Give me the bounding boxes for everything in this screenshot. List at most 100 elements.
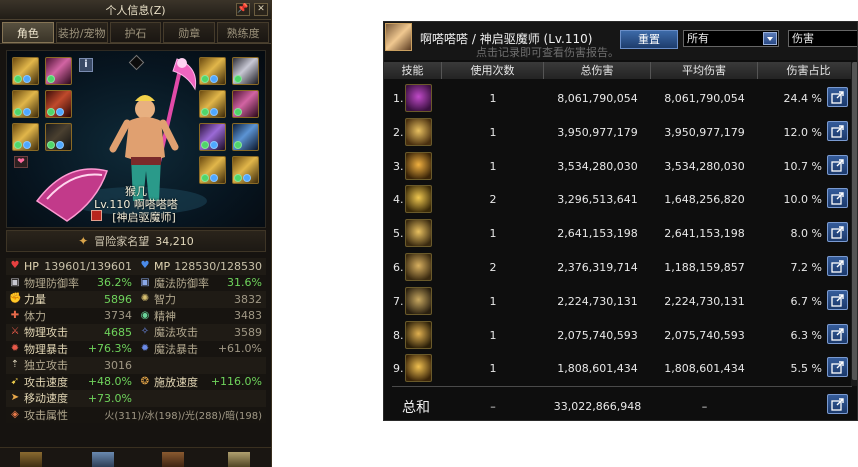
filter-all-select[interactable]: 所有: [683, 30, 779, 47]
use-count: 2: [489, 193, 497, 207]
skill-icon[interactable]: [405, 354, 432, 383]
filter-damage-select[interactable]: 伤害: [788, 30, 857, 47]
screen: 个人信息(Z) 📌 ✕ 角色 装扮/宠物 护石 勋章 熟练度 i ❤ 猴几 Lv…: [0, 0, 858, 467]
share-button[interactable]: [827, 357, 848, 378]
share-button[interactable]: [827, 323, 848, 344]
skill-icon[interactable]: [405, 286, 432, 315]
skill-icon[interactable]: [405, 219, 432, 248]
col-count[interactable]: 使用次数: [442, 62, 544, 79]
equip-slot-necklace[interactable]: [232, 57, 259, 85]
avatar: [385, 23, 412, 51]
table-row[interactable]: 8. 1 2,075,740,593 2,075,740,593 6.3 %: [384, 318, 857, 352]
equip-slot-weapon[interactable]: [12, 57, 39, 85]
equip-slot-top[interactable]: [12, 90, 39, 118]
window-title-bar[interactable]: 个人信息(Z) 📌 ✕: [0, 0, 271, 20]
row-index: 5.: [393, 227, 404, 241]
col-average[interactable]: 平均伤害: [651, 62, 758, 79]
use-count: 1: [489, 362, 497, 376]
bottom-icon[interactable]: [228, 452, 250, 467]
table-row[interactable]: 7. 1 2,224,730,131 2,224,730,131 6.7 %: [384, 284, 857, 318]
magic-defense-icon: ▣: [140, 276, 150, 288]
table-row[interactable]: 1. 1 8,061,790,054 8,061,790,054 24.4 %: [384, 81, 857, 115]
row-index: 6.: [393, 261, 404, 274]
adventurer-fame-bar: ✦ 冒险家名望 34,210: [6, 230, 266, 252]
share-button[interactable]: [827, 256, 848, 276]
equip-slot-stone[interactable]: [199, 123, 226, 151]
equip-slot-pants[interactable]: [12, 123, 39, 151]
stat-row: ✚ 体力 3734 ◉ 精神 3483: [6, 307, 266, 324]
bottom-icon[interactable]: [20, 452, 42, 467]
character-info-window: 个人信息(Z) 📌 ✕ 角色 装扮/宠物 护石 勋章 熟练度 i ❤ 猴几 Lv…: [0, 0, 272, 467]
tab-avatar-pet[interactable]: 装扮/宠物: [55, 22, 108, 43]
share-icon: [831, 327, 844, 341]
equip-slot-artifact[interactable]: [232, 156, 259, 184]
total-damage: 3,534,280,030: [557, 159, 638, 173]
equip-slot-sub[interactable]: [232, 90, 259, 118]
equip-slot-head[interactable]: [45, 90, 72, 118]
skill-icon[interactable]: [405, 117, 432, 146]
table-row[interactable]: 2. 1 3,950,977,179 3,950,977,179 12.0 %: [384, 115, 857, 149]
close-icon[interactable]: ✕: [254, 3, 268, 16]
heart-icon[interactable]: ❤: [14, 156, 28, 168]
share-button[interactable]: [827, 120, 848, 141]
skill-icon[interactable]: [405, 185, 432, 214]
col-share[interactable]: 伤害占比: [758, 62, 857, 79]
use-count: 1: [489, 92, 497, 105]
fame-icon: ✦: [78, 234, 89, 248]
magic-attack-icon: ✧: [140, 326, 150, 338]
use-count: 2: [489, 261, 497, 274]
equip-slot-earring[interactable]: [232, 123, 259, 151]
row-index: 8.: [393, 328, 404, 342]
stat-row: ➹ 攻击速度 +48.0% ❂ 施放速度 +116.0%: [6, 373, 266, 390]
share-button[interactable]: [827, 289, 848, 310]
tab-character[interactable]: 角色: [2, 22, 54, 43]
pin-icon[interactable]: 📌: [236, 3, 250, 16]
share-button[interactable]: [827, 188, 848, 209]
skill-icon[interactable]: [405, 84, 432, 112]
share-button[interactable]: [827, 154, 848, 175]
spirit-icon: ◉: [140, 309, 150, 321]
info-icon[interactable]: i: [79, 58, 93, 72]
damage-share: 5.5 %: [790, 362, 822, 376]
tab-medal[interactable]: 勋章: [163, 22, 216, 43]
stats-table: ♥ HP 139601/139601 ♥ MP 128530/128530 ▣ 物理防御率…: [6, 258, 266, 423]
share-total-button[interactable]: [827, 394, 848, 414]
scrollbar-thumb[interactable]: [852, 62, 857, 380]
reset-button[interactable]: 重置: [620, 30, 678, 49]
share-icon: [831, 294, 844, 307]
col-skill[interactable]: 技能: [384, 62, 442, 79]
average-damage: 8,061,790,054: [664, 92, 745, 105]
stat-row: ✹ 物理暴击 +76.3% ✹ 魔法暴击 +61.0%: [6, 340, 266, 357]
share-button[interactable]: [827, 87, 848, 107]
tab-talisman[interactable]: 护石: [109, 22, 162, 43]
col-total[interactable]: 总伤害: [544, 62, 651, 79]
physical-critical-icon: ✹: [10, 342, 20, 354]
row-index: 1.: [393, 92, 404, 105]
physical-defense-icon: ▣: [10, 276, 20, 288]
physical-attack-icon: ⚔: [10, 326, 20, 338]
skill-icon[interactable]: [405, 253, 432, 281]
equip-slot-title[interactable]: [45, 57, 72, 85]
equip-slot-shoes[interactable]: [199, 156, 226, 184]
equip-slot-belt[interactable]: [45, 123, 72, 151]
table-row[interactable]: 9. 1 1,808,601,434 1,808,601,434 5.5 %: [384, 351, 857, 385]
table-row[interactable]: 5. 1 2,641,153,198 2,641,153,198 8.0 %: [384, 216, 857, 250]
move-speed-icon: ➤: [10, 392, 20, 404]
table-header: 技能 使用次数 总伤害 平均伤害 伤害占比: [384, 62, 857, 79]
table-row[interactable]: 4. 2 3,296,513,641 1,648,256,820 10.0 %: [384, 182, 857, 216]
scrollbar[interactable]: [851, 62, 857, 386]
share-button[interactable]: [827, 222, 848, 243]
chevron-down-icon[interactable]: [763, 32, 777, 45]
tab-proficiency[interactable]: 熟练度: [217, 22, 269, 43]
use-count: 1: [489, 328, 497, 342]
skill-icon[interactable]: [405, 320, 432, 349]
equip-slot-ring[interactable]: [199, 90, 226, 118]
stat-row: ◈ 攻击属性 火(311)/冰(198)/光(288)/暗(198): [6, 406, 266, 423]
equip-slot-bracelet[interactable]: [199, 57, 226, 85]
skill-icon[interactable]: [405, 151, 432, 180]
bottom-icon[interactable]: [92, 452, 114, 467]
bottom-icon[interactable]: [162, 452, 184, 467]
table-row[interactable]: 6. 2 2,376,319,714 1,188,159,857 7.2 %: [384, 250, 857, 284]
vitality-icon: ✚: [10, 309, 20, 321]
table-row[interactable]: 3. 1 3,534,280,030 3,534,280,030 10.7 %: [384, 149, 857, 183]
